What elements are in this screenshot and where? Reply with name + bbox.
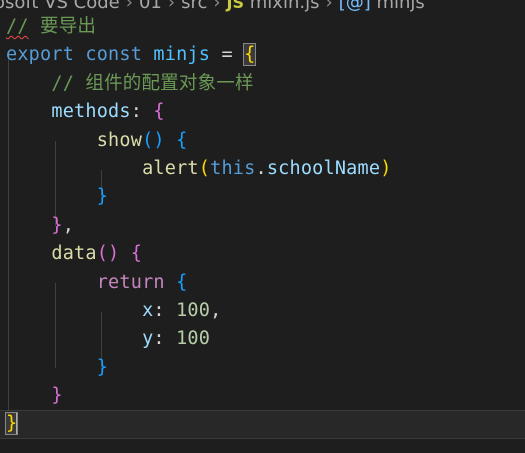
close-brace: } <box>96 356 109 378</box>
variable-name: minjs <box>153 44 211 66</box>
methods-key: methods <box>51 101 131 123</box>
parens: () <box>96 243 120 265</box>
const-keyword: const <box>85 44 143 66</box>
chevron-right-icon: › <box>325 0 333 13</box>
show-function: show <box>96 129 143 151</box>
chevron-right-icon: › <box>167 0 176 13</box>
open-brace: { <box>176 271 188 293</box>
alert-function: alert <box>142 157 199 179</box>
code-line-5: show() { <box>0 127 525 155</box>
comma: , <box>210 299 222 321</box>
comma: , <box>62 214 75 236</box>
this-keyword: this <box>210 157 256 179</box>
close-brace: } <box>51 385 63 407</box>
code-line-8: }, <box>0 212 525 240</box>
code-line-3: // 组件的配置对象一样 <box>0 70 525 98</box>
code-line-10: return { <box>0 269 525 297</box>
return-keyword: return <box>96 271 165 293</box>
comment-text: // 组件的配置对象一样 <box>51 72 254 94</box>
code-line-11: x: 100, <box>0 297 525 325</box>
x-value: 100 <box>176 299 211 321</box>
breadcrumb-item-file[interactable]: mixin.js <box>250 0 320 13</box>
breadcrumb: osoft VS Code › 01 › src › JS mixin.js › [@] min… <box>0 0 525 14</box>
breadcrumb-item-src[interactable]: src <box>181 0 207 13</box>
colon: : <box>153 299 177 321</box>
open-paren: ( <box>198 157 211 179</box>
open-brace-matched: { <box>243 43 257 67</box>
chevron-right-icon: › <box>125 0 133 13</box>
code-line-12: y: 100 <box>0 325 525 353</box>
js-file-icon: JS <box>226 0 245 12</box>
dot: . <box>255 157 267 179</box>
open-brace: { <box>153 101 165 123</box>
code-line-9: data() { <box>0 240 525 268</box>
variable-symbol-icon: [@] <box>338 0 371 13</box>
breadcrumb-item-symbol[interactable]: minjs <box>376 0 424 13</box>
code-line-14: } <box>0 382 525 410</box>
open-brace: { <box>130 243 143 265</box>
comment-slashes: // <box>6 16 29 37</box>
code-line-6: alert(this.schoolName) <box>0 155 525 183</box>
close-brace: } <box>51 214 63 236</box>
code-editor[interactable]: // 要导出 export const minjs = { // 组件的配置对象… <box>0 13 525 453</box>
breadcrumb-item-workspace[interactable]: osoft VS Code <box>0 0 120 13</box>
data-function: data <box>51 243 97 265</box>
parens: () <box>142 129 165 151</box>
y-value: 100 <box>176 328 211 350</box>
close-brace: } <box>96 186 109 208</box>
code-line-13: } <box>0 354 525 382</box>
code-line-15-current: } <box>0 410 525 439</box>
breadcrumb-item-folder[interactable]: 01 <box>139 0 162 13</box>
code-line-1: // 要导出 <box>0 13 525 41</box>
code-line-4: methods: { <box>0 98 525 126</box>
open-brace: { <box>176 129 188 151</box>
colon: : <box>130 101 154 123</box>
school-name-property: schoolName <box>266 157 381 179</box>
chevron-right-icon: › <box>213 0 221 13</box>
comment-text: 要导出 <box>28 16 97 37</box>
text-cursor <box>16 413 19 436</box>
y-key: y <box>142 328 154 350</box>
assign-operator: = <box>210 44 245 66</box>
close-paren: ) <box>380 157 392 179</box>
code-line-7: } <box>0 183 525 211</box>
code-line-2: export const minjs = { <box>0 41 525 69</box>
export-keyword: export <box>6 44 75 66</box>
x-key: x <box>142 299 154 321</box>
colon: : <box>153 328 177 350</box>
